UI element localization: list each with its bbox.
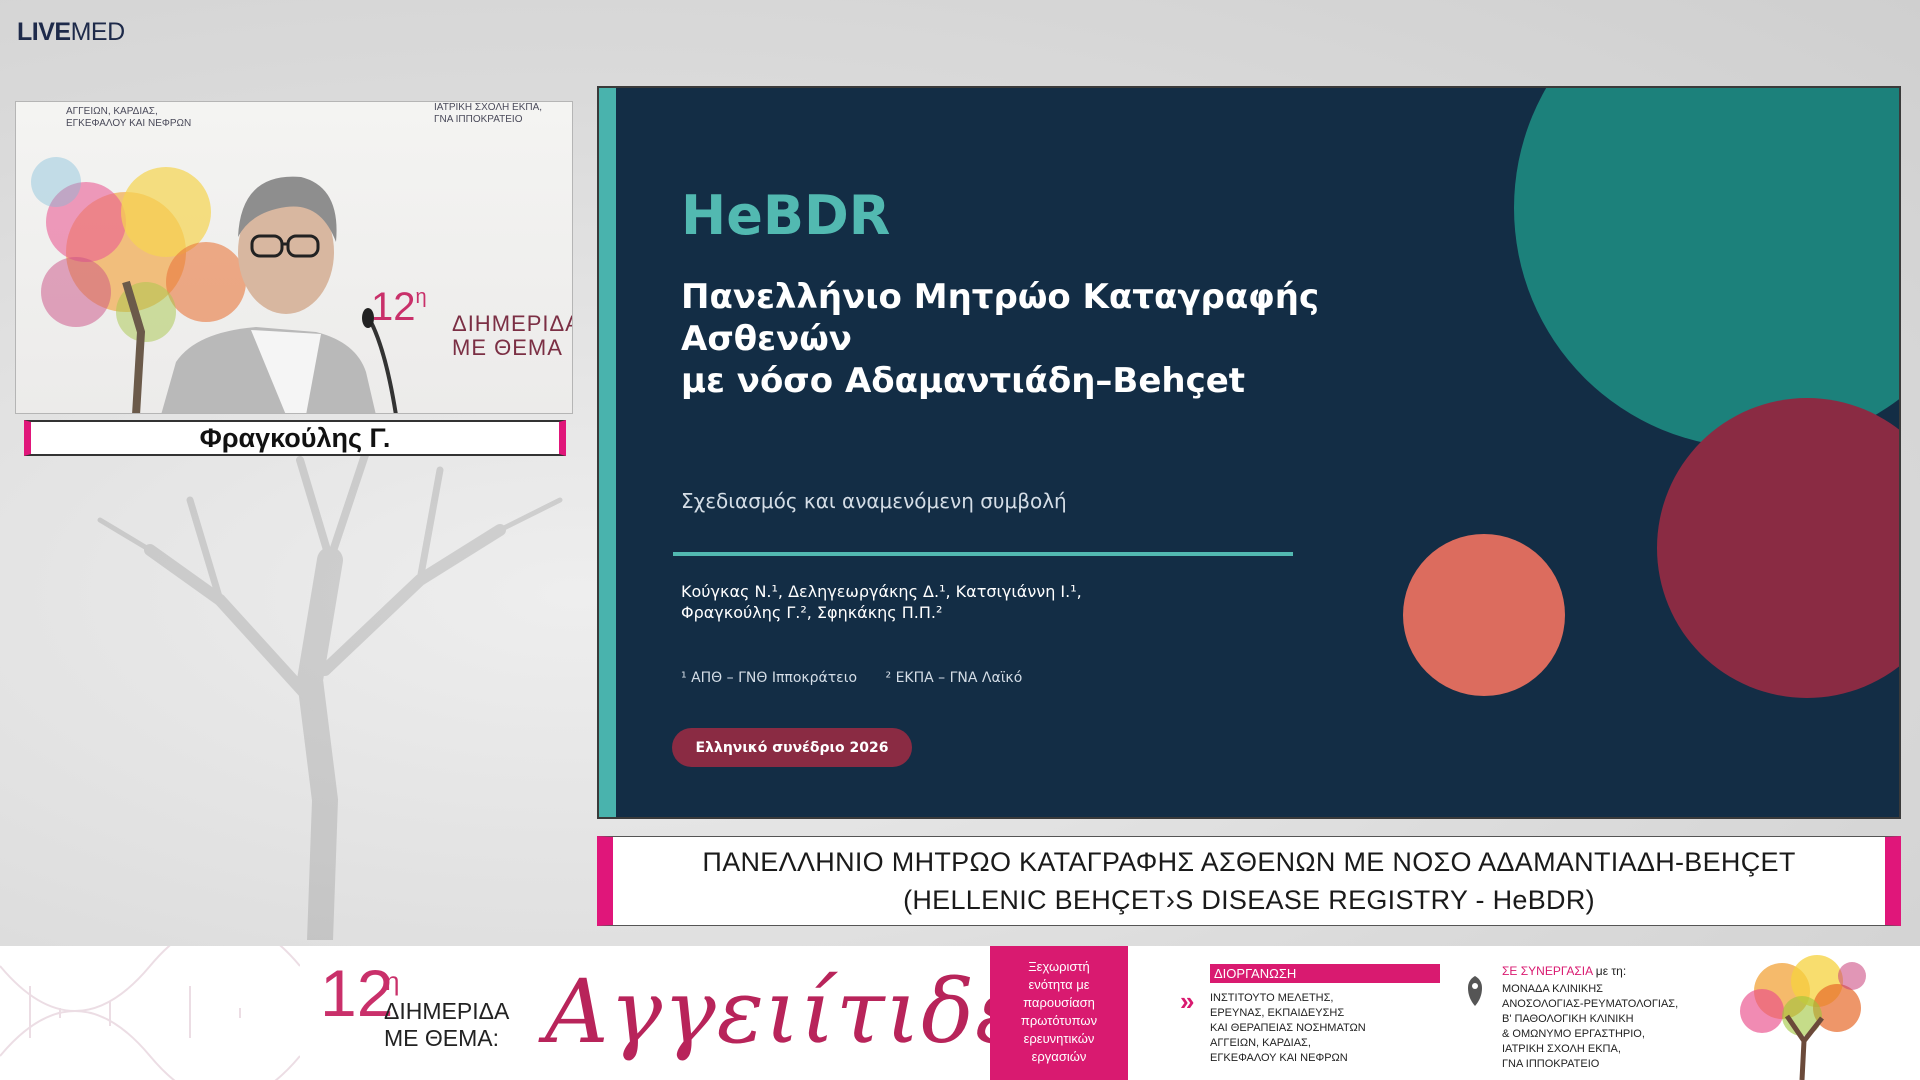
slide-authors-line: Κούγκας Ν.¹, Δεληγεωργάκης Δ.¹, Κατσιγιά… — [681, 582, 1082, 601]
dna-helix-graphic — [0, 946, 300, 1080]
collab-line: ΑΝΟΣΟΛΟΓΙΑΣ-ΡΕΥΜΑΤΟΛΟΓΙΑΣ, — [1502, 998, 1679, 1010]
video-organizer-line: ΕΓΚΕΦΑΛΟΥ ΚΑΙ ΝΕΦΡΩΝ — [66, 118, 192, 129]
logo-light-text: MED — [70, 18, 126, 46]
organizer-line: ΑΓΓΕΙΩΝ, ΚΑΡΔΙΑΣ, — [1210, 1037, 1311, 1049]
session-box-line: ερευνητικών — [1023, 1031, 1095, 1046]
double-chevron-icon: » — [1180, 986, 1195, 1016]
slide-teal-circle — [1514, 88, 1899, 448]
collab-line: ΙΑΤΡΙΚΗ ΣΧΟΛΗ ΕΚΠΑ, — [1502, 1043, 1621, 1055]
session-box-line: παρουσίαση — [1023, 995, 1095, 1010]
banner-event-line: ΜΕ ΘΕΜΑ: — [384, 1025, 500, 1051]
organizer-line: ΕΡΕΥΝΑΣ, ΕΚΠΑΙΔΕΥΣΗΣ — [1210, 1007, 1345, 1019]
slide-affiliation: ¹ ΑΠΘ – ΓΝΘ Ιπποκράτειο — [681, 670, 858, 686]
talk-title-caption: ΠΑΝΕΛΛΗΝΙΟ ΜΗΤΡΩΟ ΚΑΤΑΓΡΑΦΗΣ ΑΣΘΕΝΩΝ ΜΕ … — [597, 836, 1901, 926]
presentation-slide: HeBDR Πανελλήνιο Μητρώο Καταγραφής Ασθεν… — [597, 86, 1901, 819]
colorful-tree-logo — [1740, 955, 1866, 1080]
slide-affiliations: ¹ ΑΠΘ – ΓΝΘ Ιπποκράτειο ² ΕΚΠΑ – ΓΝΑ Λαϊ… — [681, 670, 1046, 686]
banner-session-box: Ξεχωριστή ενότητα με παρουσίαση πρωτότυπ… — [990, 946, 1128, 1080]
organizer-line: ΙΝΣΤΙΤΟΥΤΟ ΜΕΛΕΤΗΣ, — [1210, 992, 1334, 1004]
banner-edition-sup: η — [385, 966, 400, 996]
caption-line: ΠΑΝΕΛΛΗΝΙΟ ΜΗΤΡΩΟ ΚΑΤΑΓΡΑΦΗΣ ΑΣΘΕΝΩΝ ΜΕ … — [702, 847, 1796, 877]
slide-title: Πανελλήνιο Μητρώο Καταγραφής Ασθενών με … — [681, 276, 1319, 402]
collab-line: ΜΟΝΑΔΑ ΚΛΙΝΙΚΗΣ — [1502, 983, 1603, 995]
banner-edition-number: 12 — [320, 956, 394, 1030]
slide-coral-circle — [1403, 534, 1565, 696]
speaker-name: Φραγκούλης Γ. — [199, 422, 391, 453]
university-seal-icon — [1468, 976, 1482, 1006]
logo-bold-text: LIVE — [17, 18, 71, 46]
slide-title-line: Ασθενών — [681, 319, 852, 359]
slide-divider — [673, 552, 1293, 556]
slide-title-line: με νόσο Αδαμαντιάδη–Behçet — [681, 361, 1246, 401]
livemed-logo: LIVEMED — [17, 18, 125, 47]
slide-authors: Κούγκας Ν.¹, Δεληγεωργάκης Δ.¹, Κατσιγιά… — [681, 581, 1082, 623]
session-box-line: πρωτότυπων — [1020, 1013, 1098, 1028]
video-backdrop-number: 12η — [371, 287, 427, 327]
video-organizer-text: ΑΓΓΕΙΩΝ, ΚΑΡΔΙΑΣ, ΕΓΚΕΦΑΛΟΥ ΚΑΙ ΝΕΦΡΩΝ — [66, 106, 191, 130]
video-backdrop-line: ΜΕ ΘΕΜΑ — [452, 335, 563, 360]
video-partner-line: ΙΑΤΡΙΚΗ ΣΧΟΛΗ ΕΚΠΑ, — [434, 102, 543, 113]
collab-heading-small: με τη: — [1592, 964, 1627, 978]
session-box-line: Ξεχωριστή — [1028, 959, 1090, 974]
speaker-nameplate: Φραγκούλης Γ. — [24, 420, 566, 456]
video-backdrop-num: 12 — [371, 285, 416, 329]
caption-line: (HELLENIC BEHÇET›S DISEASE REGISTRY - He… — [903, 885, 1595, 915]
video-backdrop-line: ΔΙΗΜΕΡΙΔΑ — [452, 311, 573, 336]
speaker-video: ΑΓΓΕΙΩΝ, ΚΑΡΔΙΑΣ, ΕΓΚΕΦΑΛΟΥ ΚΑΙ ΝΕΦΡΩΝ Ι… — [15, 101, 573, 414]
video-partner-text: ΙΑΤΡΙΚΗ ΣΧΟΛΗ ΕΚΠΑ, ΓΝΑ ΙΠΠΟΚΡΑΤΕΙΟ — [434, 102, 542, 126]
collab-line: & ΟΜΩΝΥΜΟ ΕΡΓΑΣΤΗΡΙΟ, — [1502, 1028, 1645, 1040]
session-box-line: εργασιών — [1031, 1049, 1087, 1064]
collab-line: ΓΝΑ ΙΠΠΟΚΡΑΤΕΙΟ — [1502, 1058, 1600, 1070]
background-tree-graphic — [97, 436, 563, 940]
collab-heading-main: ΣΕ ΣΥΝΕΡΓΑΣΙΑ — [1502, 964, 1593, 978]
banner-collab-text: ΜΟΝΑΔΑ ΚΛΙΝΙΚΗΣ ΑΝΟΣΟΛΟΓΙΑΣ-ΡΕΥΜΑΤΟΛΟΓΙΑ… — [1502, 982, 1678, 1072]
slide-subtitle: Σχεδιασμός και αναμενόμενη συμβολή — [681, 489, 1067, 513]
banner-collab-heading: ΣΕ ΣΥΝΕΡΓΑΣΙΑ με τη: — [1502, 964, 1626, 978]
slide-title-line: Πανελλήνιο Μητρώο Καταγραφής — [681, 277, 1320, 317]
organizer-line: ΚΑΙ ΘΕΡΑΠΕΙΑΣ ΝΟΣΗΜΑΤΩΝ — [1210, 1022, 1366, 1034]
video-organizer-line: ΑΓΓΕΙΩΝ, ΚΑΡΔΙΑΣ, — [66, 106, 158, 117]
banner-organizer-text: ΙΝΣΤΙΤΟΥΤΟ ΜΕΛΕΤΗΣ, ΕΡΕΥΝΑΣ, ΕΚΠΑΙΔΕΥΣΗΣ… — [1210, 991, 1366, 1066]
collab-line: Β' ΠΑΘΟΛΟΓΙΚΗ ΚΛΙΝΙΚΗ — [1502, 1013, 1634, 1025]
slide-maroon-circle — [1657, 398, 1899, 698]
broadcast-frame: LIVEMED ΑΓΓΕΙΩΝ, ΚΑΡΔΙΑΣ, ΕΓΚΕΦΑΛΟΥ ΚΑΙ … — [0, 0, 1920, 1080]
session-box-line: ενότητα με — [1028, 977, 1090, 992]
slide-authors-line: Φραγκούλης Γ.², Σφηκάκης Π.Π.² — [681, 603, 943, 622]
slide-accent-stripe — [599, 88, 616, 817]
slide-conference-badge: Ελληνικό συνέδριο 2026 — [672, 728, 912, 767]
video-backdrop-lines: ΔΙΗΜΕΡΙΔΑ ΜΕ ΘΕΜΑ — [452, 311, 573, 360]
banner-event-label: ΔΙΗΜΕΡΙΔΑ ΜΕ ΘΕΜΑ: — [384, 998, 509, 1052]
video-backdrop-sup: η — [415, 286, 427, 308]
banner-organizer-heading: ΔΙΟΡΓΑΝΩΣΗ — [1210, 964, 1440, 983]
speaker-video-scene — [31, 157, 398, 413]
video-partner-line: ΓΝΑ ΙΠΠΟΚΡΑΤΕΙΟ — [434, 114, 523, 125]
event-banner: 12 η ΔΙΗΜΕΡΙΔΑ ΜΕ ΘΕΜΑ: Αγγειίτιδες Ξεχω… — [0, 946, 1920, 1080]
slide-affiliation: ² ΕΚΠΑ – ΓΝΑ Λαϊκό — [885, 670, 1023, 686]
banner-event-line: ΔΙΗΜΕΡΙΔΑ — [384, 998, 510, 1024]
organizer-line: ΕΓΚΕΦΑΛΟΥ ΚΑΙ ΝΕΦΡΩΝ — [1210, 1052, 1348, 1064]
slide-acronym: HeBDR — [681, 184, 891, 247]
